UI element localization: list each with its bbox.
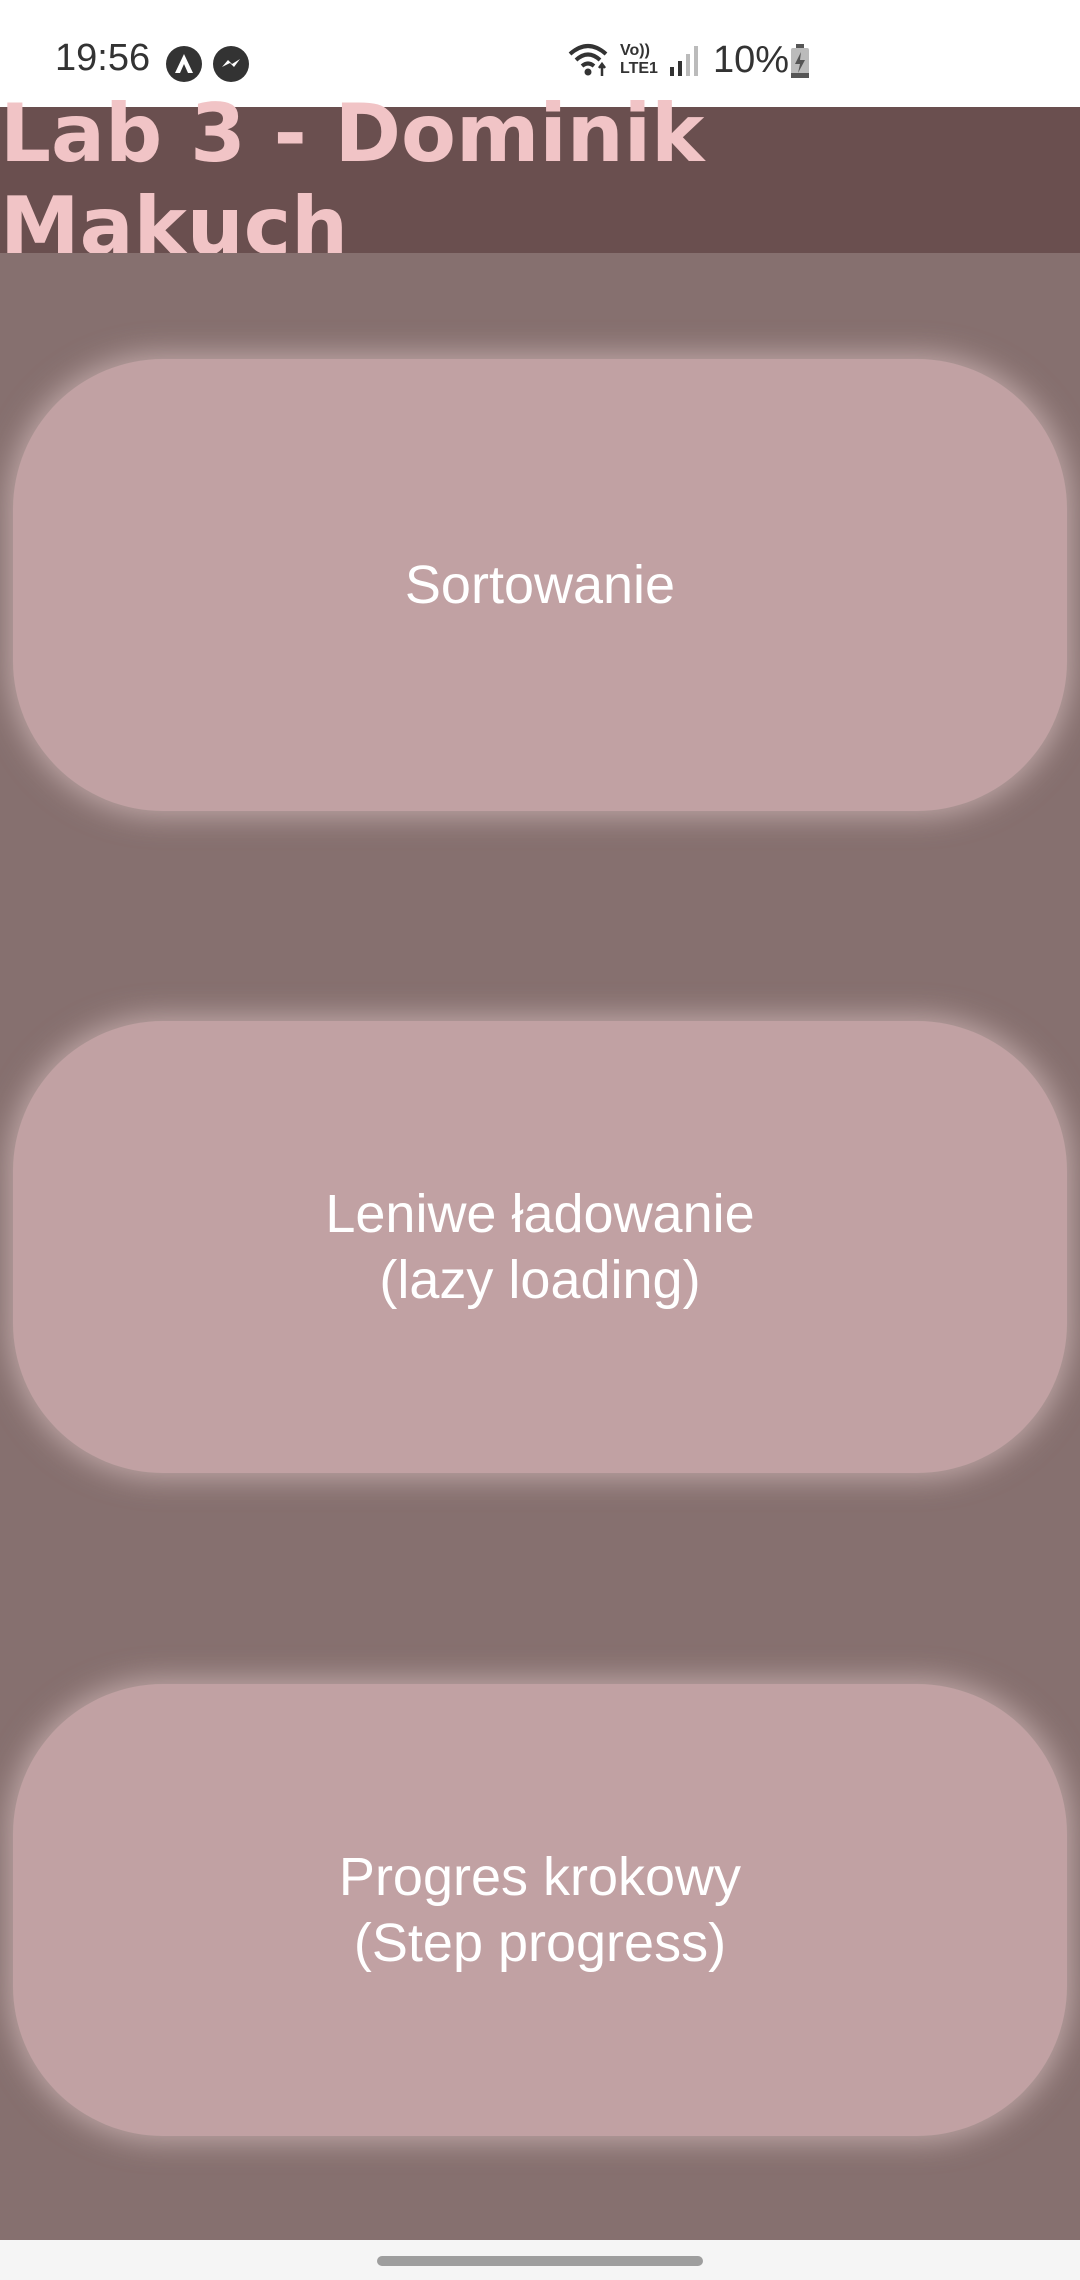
messenger-app-icon xyxy=(213,46,249,82)
sortowanie-button[interactable]: Sortowanie xyxy=(13,359,1067,811)
lazy-loading-button-label: Leniwe ładowanie (lazy loading) xyxy=(325,1184,755,1310)
navigation-bar xyxy=(0,2240,1080,2280)
step-progress-button-label: Progres krokowy (Step progress) xyxy=(338,1847,742,1973)
sortowanie-button-label: Sortowanie xyxy=(404,555,676,615)
step-progress-button[interactable]: Progres krokowy (Step progress) xyxy=(13,1684,1067,2136)
menu-container: Sortowanie Leniwe ładowanie (lazy loadin… xyxy=(0,253,1080,2240)
arch-linux-app-icon xyxy=(166,46,202,82)
volte-bottom-label: LTE1 xyxy=(620,60,658,77)
volte-icon: Vo)) LTE1 xyxy=(620,40,660,80)
wifi-icon xyxy=(566,40,610,80)
home-gesture-handle[interactable] xyxy=(377,2256,703,2266)
app-bar: Lab 3 - Dominik Makuch xyxy=(0,87,1080,273)
volte-top-label: Vo)) xyxy=(620,42,650,59)
battery-charging-icon xyxy=(788,40,812,80)
signal-icon xyxy=(668,40,700,80)
lazy-loading-button[interactable]: Leniwe ładowanie (lazy loading) xyxy=(13,1021,1067,1473)
status-time: 19:56 xyxy=(55,37,151,79)
battery-percentage: 10% xyxy=(713,39,790,81)
page-title: Lab 3 - Dominik Makuch xyxy=(0,87,705,273)
